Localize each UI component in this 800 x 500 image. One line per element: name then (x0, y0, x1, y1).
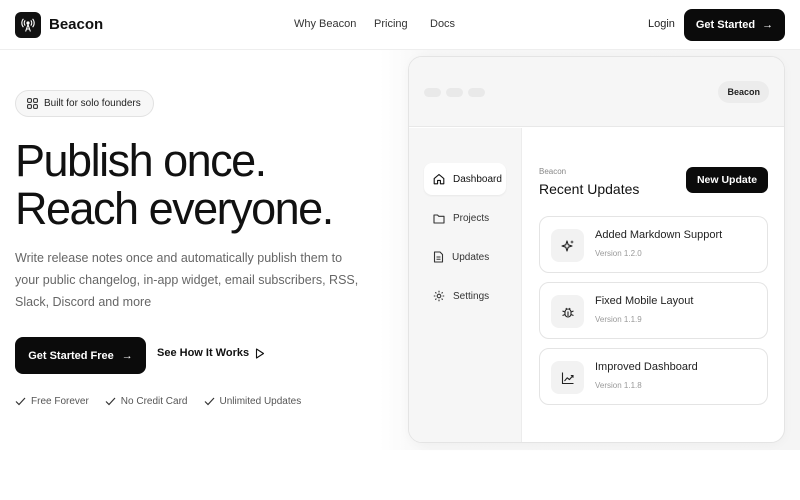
hero-headline: Publish once. Reach everyone. (15, 135, 334, 234)
nav-link-why-beacon[interactable]: Why Beacon (294, 18, 356, 30)
brand-name[interactable]: Beacon (49, 16, 103, 33)
update-version: Version 1.2.0 (595, 249, 642, 258)
feature-label: No Credit Card (120, 396, 188, 407)
feature-item: Unlimited Updates (204, 396, 302, 407)
get-started-free-button[interactable]: Get Started Free → (15, 337, 146, 374)
login-link[interactable]: Login (648, 18, 675, 30)
feature-list: Free Forever No Credit Card Unlimited Up… (15, 396, 301, 407)
sidebar-item-label: Dashboard (453, 173, 502, 185)
play-icon (255, 347, 265, 359)
check-icon (105, 397, 116, 406)
badge-label: Built for solo founders (44, 98, 141, 109)
feature-item: Free Forever (15, 396, 89, 407)
audience-badge: Built for solo founders (15, 90, 154, 117)
window-dot (446, 88, 463, 97)
arrow-right-icon: → (762, 19, 774, 31)
sidebar-item-label: Projects (453, 212, 490, 224)
chart-icon (551, 361, 584, 394)
folder-icon (433, 213, 445, 224)
window-dot (424, 88, 441, 97)
window-dot (468, 88, 485, 97)
see-how-it-works-button[interactable]: See How It Works (157, 347, 265, 359)
arrow-right-icon: → (121, 349, 133, 362)
mockup-titlebar: Beacon (409, 57, 784, 127)
update-title: Fixed Mobile Layout (595, 295, 694, 307)
update-title: Added Markdown Support (595, 229, 723, 241)
feature-label: Free Forever (31, 396, 89, 407)
site-header: Beacon Why Beacon Pricing Docs Login Get… (0, 0, 800, 50)
new-update-button[interactable]: New Update (686, 167, 768, 193)
update-card[interactable]: Fixed Mobile Layout Version 1.1.9 (539, 282, 768, 339)
feature-label: Unlimited Updates (219, 396, 302, 407)
sidebar-item-projects[interactable]: Projects (424, 202, 506, 234)
sidebar-item-dashboard[interactable]: Dashboard (424, 163, 506, 195)
see-how-it-works-label: See How It Works (157, 347, 250, 359)
get-started-label: Get Started (695, 19, 756, 31)
update-title: Improved Dashboard (595, 361, 698, 373)
document-icon (433, 251, 444, 263)
sidebar-item-label: Settings (453, 290, 490, 302)
update-version: Version 1.1.8 (595, 381, 642, 390)
check-icon (15, 397, 26, 406)
nav-link-docs[interactable]: Docs (430, 18, 455, 30)
feature-item: No Credit Card (105, 396, 188, 407)
update-card[interactable]: Improved Dashboard Version 1.1.8 (539, 348, 768, 405)
sidebar-item-settings[interactable]: Settings (424, 280, 506, 312)
gear-icon (433, 290, 445, 302)
nav-link-pricing[interactable]: Pricing (374, 18, 408, 30)
update-version: Version 1.1.9 (595, 315, 642, 324)
section-title: Recent Updates (539, 181, 640, 197)
grid-icon (27, 98, 38, 109)
workspace-label: Beacon (539, 167, 567, 176)
sidebar-item-updates[interactable]: Updates (424, 241, 506, 273)
update-card[interactable]: Added Markdown Support Version 1.2.0 (539, 216, 768, 273)
workspace-pill[interactable]: Beacon (718, 81, 769, 103)
sidebar-item-label: Updates (452, 251, 490, 263)
sparkle-icon (551, 229, 584, 262)
check-icon (204, 397, 215, 406)
home-icon (433, 173, 445, 185)
get-started-free-label: Get Started Free (28, 349, 114, 362)
hero-subtext: Write release notes once and automatical… (15, 251, 359, 309)
mockup-sidebar: Dashboard Projects Updates Settings (409, 128, 522, 442)
bug-icon (551, 295, 584, 328)
get-started-button[interactable]: Get Started → (684, 9, 785, 41)
beacon-logo-icon[interactable] (15, 12, 41, 38)
headline-line-2: Reach everyone. (15, 183, 334, 234)
headline-line-1: Publish once. (15, 135, 267, 186)
app-mockup: Beacon Dashboard Projects Updates Settin… (408, 56, 785, 443)
